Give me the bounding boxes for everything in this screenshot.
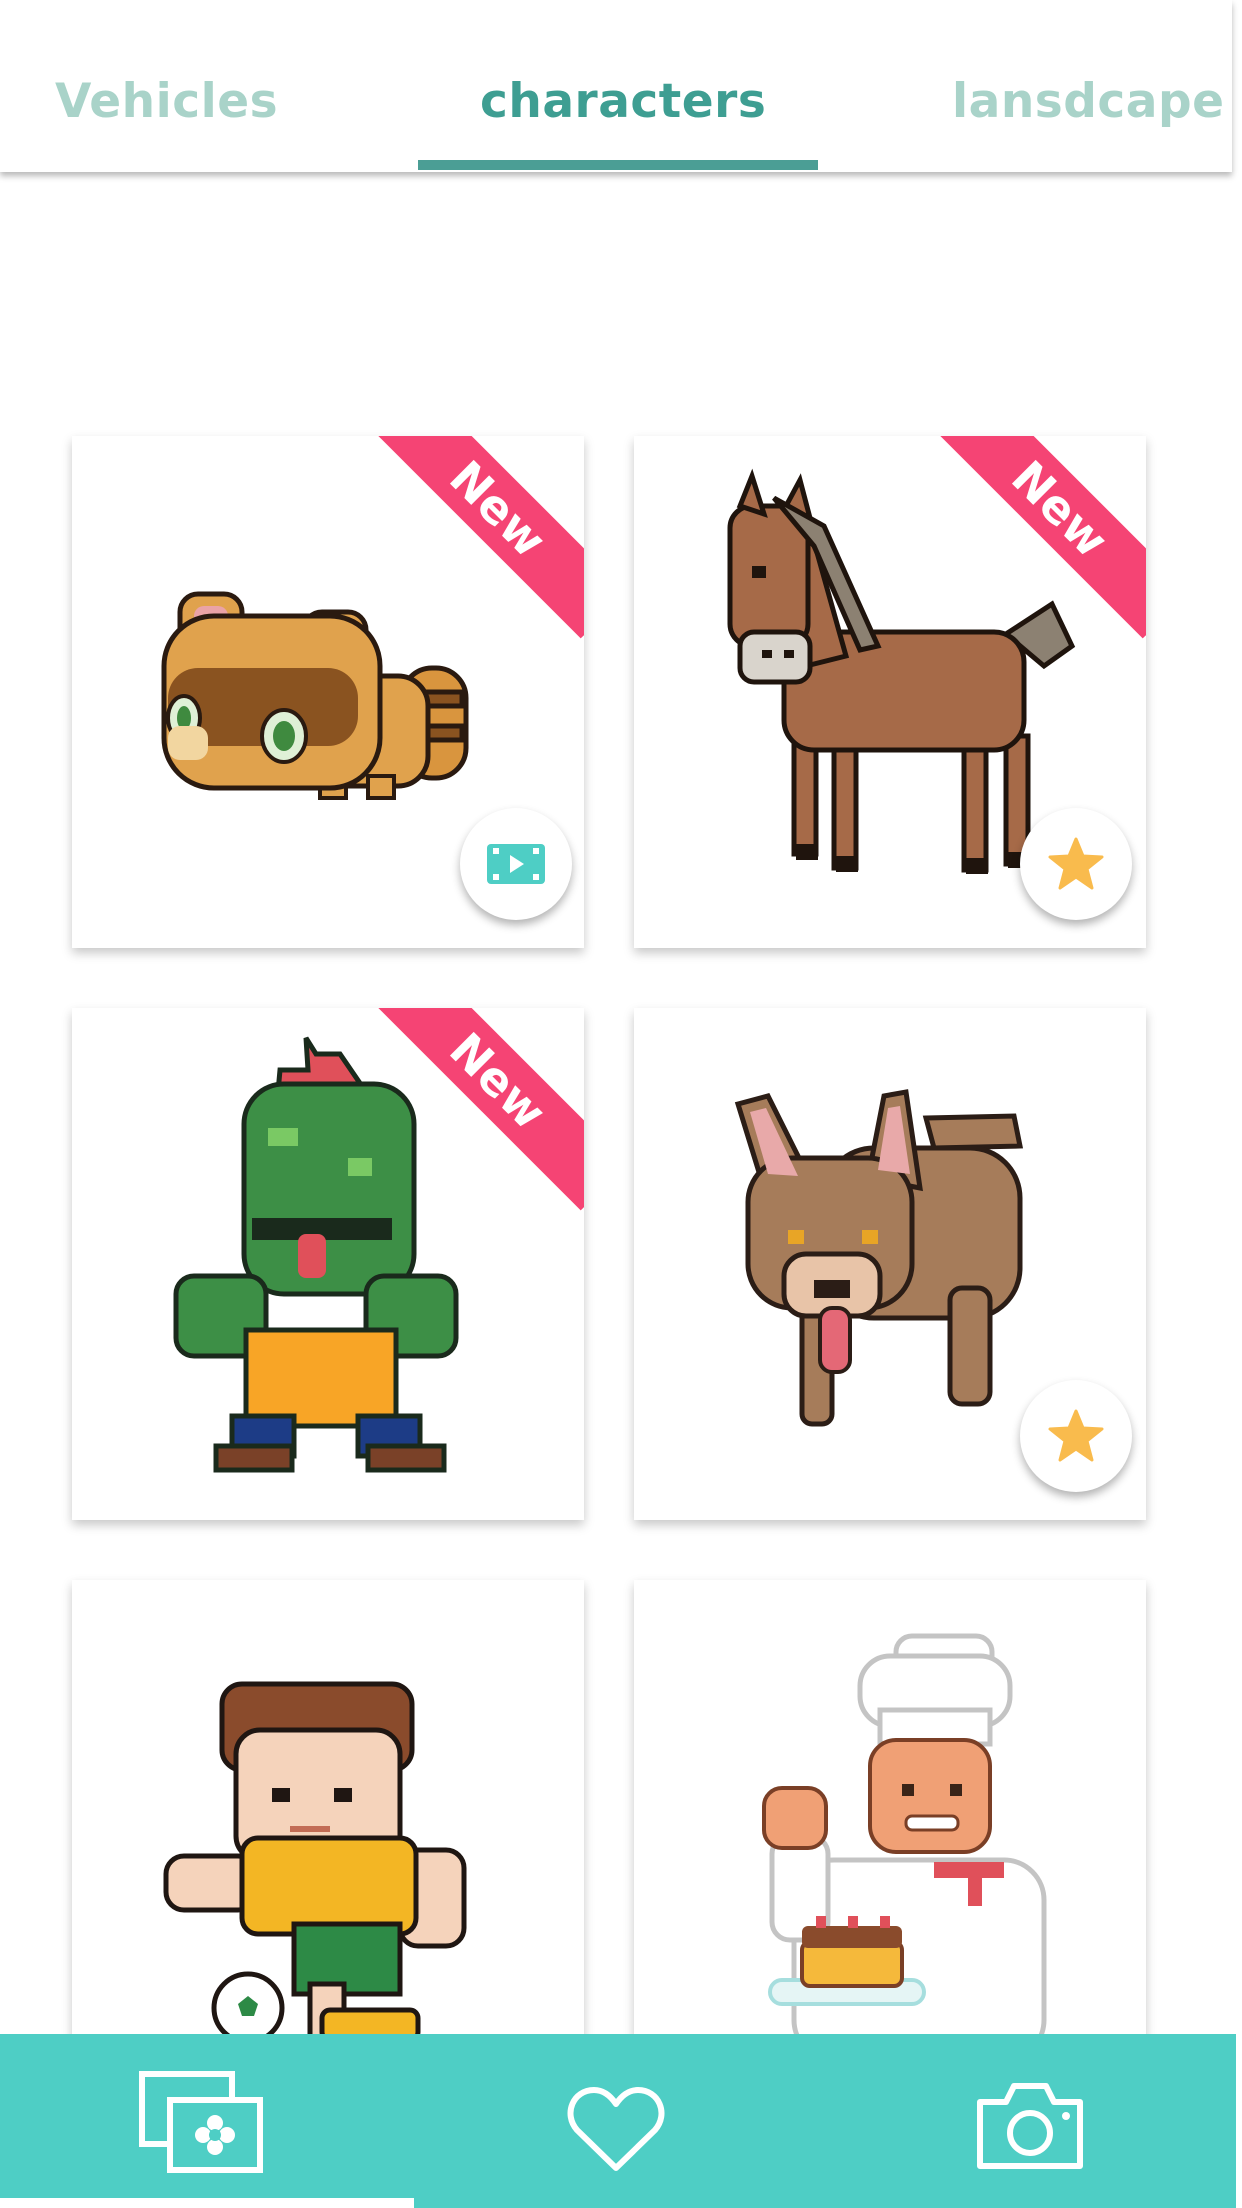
artwork-card-raccoon[interactable]: New (72, 436, 584, 948)
watch-video-button[interactable] (460, 808, 572, 920)
tab-characters[interactable]: characters (480, 78, 766, 125)
bottom-navigation-bar (0, 2034, 1236, 2208)
camera-icon (977, 2083, 1083, 2169)
artwork-card-horse[interactable]: New (634, 436, 1146, 948)
artwork-card-green-monster[interactable]: New (72, 1008, 584, 1520)
heart-icon (567, 2087, 665, 2171)
star-icon (1048, 837, 1104, 890)
favorite-star-button[interactable] (1020, 808, 1132, 920)
chef-artwork (762, 1633, 1047, 2063)
selected-nav-indicator (0, 2198, 414, 2208)
active-tab-indicator (418, 160, 818, 170)
nav-favorites[interactable] (566, 2080, 666, 2180)
artwork-card-chef[interactable] (634, 1580, 1146, 2092)
category-tab-bar: Vehicles characters lansdcape (0, 0, 1232, 172)
favorite-star-button[interactable] (1020, 1380, 1132, 1492)
artwork-card-soccer-boy[interactable] (72, 1580, 584, 2092)
nav-camera[interactable] (972, 2076, 1088, 2176)
nav-gallery[interactable] (136, 2071, 266, 2173)
tab-vehicles[interactable]: Vehicles (55, 78, 278, 125)
gallery-icon (139, 2071, 263, 2173)
soccer-boy-artwork (163, 1681, 467, 2047)
tab-landscape[interactable]: lansdcape (952, 78, 1225, 125)
star-icon (1048, 1409, 1104, 1462)
video-icon (487, 844, 545, 884)
artwork-card-dog[interactable] (634, 1008, 1146, 1520)
